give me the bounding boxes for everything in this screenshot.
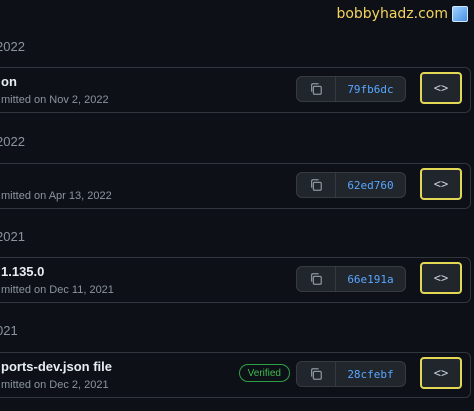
watermark: bobbyhadz.com <box>336 6 468 22</box>
commit-meta: mitted on Apr 13, 2022 <box>1 190 112 202</box>
copy-sha-button[interactable] <box>296 266 336 292</box>
commit-group-heading: 2021 <box>0 229 25 244</box>
commit-actions: 28cfebf <box>296 361 406 387</box>
copy-icon <box>309 178 323 192</box>
browse-repo-button[interactable]: <> <box>420 168 462 200</box>
commit-actions: 62ed760 <box>296 172 406 198</box>
browse-repo-button[interactable]: <> <box>420 357 462 389</box>
commit-row: mitted on Apr 13, 2022 62ed760 <> <box>0 163 471 209</box>
copy-sha-button[interactable] <box>296 76 336 102</box>
commit-title[interactable]: on <box>1 74 17 89</box>
browse-repo-button[interactable]: <> <box>420 72 462 104</box>
copy-icon <box>309 367 323 381</box>
copy-icon <box>309 272 323 286</box>
commit-title[interactable]: ports-dev.json file <box>1 359 112 374</box>
commit-group-heading: 2022 <box>0 39 25 54</box>
commit-sha-link[interactable]: 28cfebf <box>336 361 406 387</box>
browse-repo-button[interactable]: <> <box>420 262 462 294</box>
commit-actions: 79fb6dc <box>296 76 406 102</box>
copy-icon <box>309 82 323 96</box>
commit-sha-link[interactable]: 62ed760 <box>336 172 406 198</box>
commit-row: ports-dev.json file mitted on Dec 2, 202… <box>0 352 471 398</box>
commit-meta: mitted on Dec 2, 2021 <box>1 379 109 391</box>
watermark-text: bobbyhadz.com <box>336 6 448 22</box>
commit-group-heading: 021 <box>0 323 18 338</box>
commit-sha-link[interactable]: 79fb6dc <box>336 76 406 102</box>
commit-group-heading: 2022 <box>0 134 25 149</box>
commit-row: on mitted on Nov 2, 2022 79fb6dc <> <box>0 67 471 113</box>
copy-sha-button[interactable] <box>296 172 336 198</box>
commit-actions: 66e191a <box>296 266 406 292</box>
commit-title[interactable]: 1.135.0 <box>1 264 44 279</box>
copy-sha-button[interactable] <box>296 361 336 387</box>
verified-badge[interactable]: Verified <box>238 364 290 382</box>
commit-meta: mitted on Dec 11, 2021 <box>1 284 114 296</box>
ice-cube-icon <box>452 6 468 22</box>
commit-meta: mitted on Nov 2, 2022 <box>1 94 109 106</box>
commit-sha-link[interactable]: 66e191a <box>336 266 406 292</box>
commit-row: 1.135.0 mitted on Dec 11, 2021 66e191a <… <box>0 257 471 303</box>
